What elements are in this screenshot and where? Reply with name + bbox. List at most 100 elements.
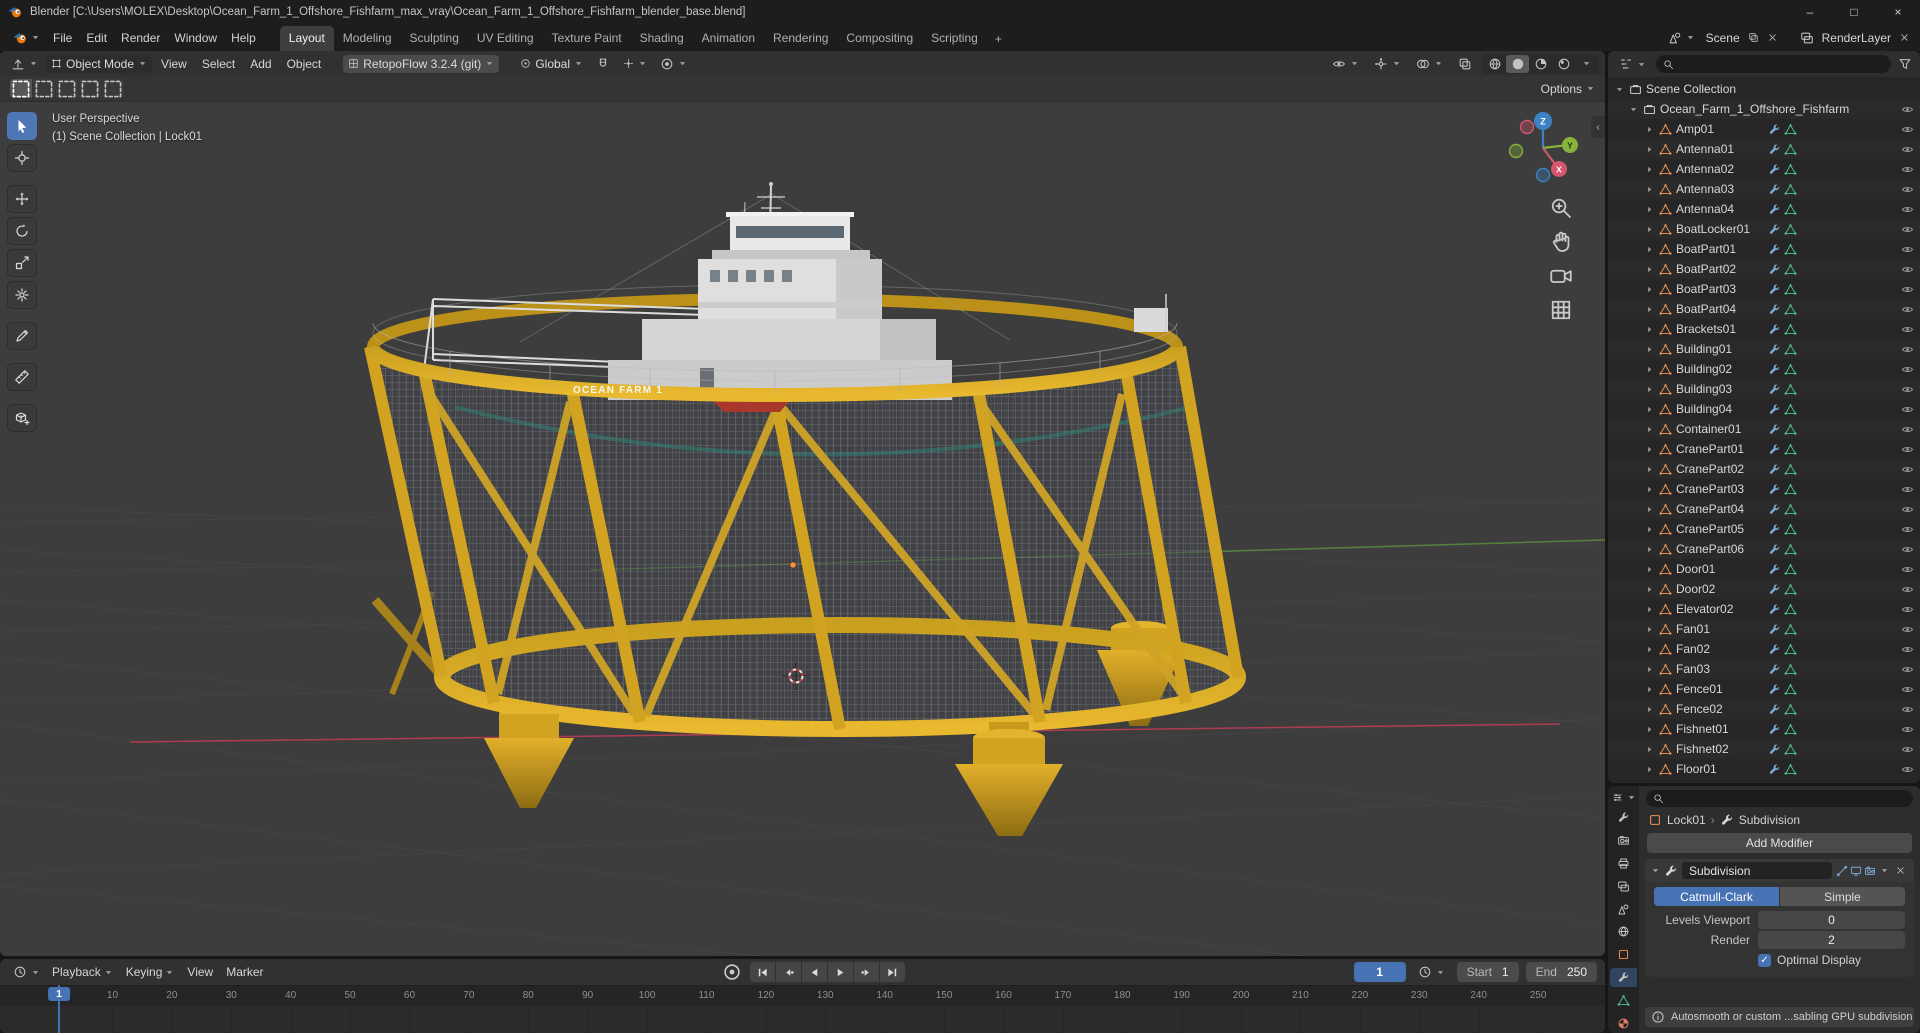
hide-toggle[interactable] [1901,643,1914,656]
levels-viewport-field[interactable]: 0 [1758,911,1905,929]
app-menu-button[interactable] [8,29,45,47]
workspace-tab-texture-paint[interactable]: Texture Paint [543,26,631,51]
frame-end-field[interactable]: End 250 [1525,962,1597,982]
outliner-row-cranepart02[interactable]: CranePart02 [1608,459,1920,479]
expand-icon[interactable] [1644,305,1655,314]
collapse-icon[interactable] [1628,105,1639,114]
outliner-row-brackets01[interactable]: Brackets01 [1608,319,1920,339]
camera-view-button[interactable] [1549,264,1573,288]
hide-toggle[interactable] [1901,703,1914,716]
modifier-delete-button[interactable] [1893,863,1908,878]
hide-toggle[interactable] [1901,303,1914,316]
outliner-row-boatpart02[interactable]: BoatPart02 [1608,259,1920,279]
hide-toggle[interactable] [1901,383,1914,396]
expand-icon[interactable] [1644,685,1655,694]
outliner-row-boatpart03[interactable]: BoatPart03 [1608,279,1920,299]
new-scene-button[interactable] [1746,30,1761,45]
tool-add-cube[interactable] [7,404,37,432]
hide-toggle[interactable] [1901,123,1914,136]
properties-tab-tool[interactable] [1610,808,1637,828]
expand-icon[interactable] [1644,525,1655,534]
shading-dropdown[interactable] [1575,55,1598,73]
playback-sync-dropdown[interactable] [1413,963,1450,981]
timeline-editor-type-button[interactable] [8,963,45,981]
shading-material-button[interactable] [1529,55,1552,73]
hide-toggle[interactable] [1901,503,1914,516]
object-visibility-dropdown[interactable] [1327,55,1364,73]
tool-scale[interactable] [7,249,37,277]
properties-tab-object[interactable] [1610,945,1637,965]
playhead-frame-badge[interactable]: 1 [48,987,70,1001]
expand-icon[interactable] [1644,745,1655,754]
hide-toggle[interactable] [1901,683,1914,696]
perspective-toggle-button[interactable] [1549,298,1573,322]
outliner-row-fan01[interactable]: Fan01 [1608,619,1920,639]
expand-icon[interactable] [1644,565,1655,574]
workspace-tab-sculpting[interactable]: Sculpting [401,26,468,51]
snap-settings-dropdown[interactable] [618,56,652,71]
expand-icon[interactable] [1644,405,1655,414]
workspace-tab-uv-editing[interactable]: UV Editing [468,26,543,51]
expand-icon[interactable] [1644,505,1655,514]
outliner-row-fishnet01[interactable]: Fishnet01 [1608,719,1920,739]
outliner-row-door02[interactable]: Door02 [1608,579,1920,599]
outliner-row-cranepart04[interactable]: CranePart04 [1608,499,1920,519]
outliner-row-elevator02[interactable]: Elevator02 [1608,599,1920,619]
outliner-row-building04[interactable]: Building04 [1608,399,1920,419]
select-mode-invert[interactable] [79,79,101,98]
hide-toggle[interactable] [1901,563,1914,576]
hide-toggle[interactable] [1901,203,1914,216]
auto-keying-toggle[interactable] [721,962,743,982]
hide-toggle[interactable] [1901,403,1914,416]
outliner-row-building03[interactable]: Building03 [1608,379,1920,399]
hide-toggle[interactable] [1901,323,1914,336]
viewport-menu-object[interactable]: Object [281,54,328,74]
outliner-row-door01[interactable]: Door01 [1608,559,1920,579]
outliner-row-fan03[interactable]: Fan03 [1608,659,1920,679]
outliner-row-container01[interactable]: Container01 [1608,419,1920,439]
outliner-row-building02[interactable]: Building02 [1608,359,1920,379]
expand-icon[interactable] [1644,365,1655,374]
hide-toggle[interactable] [1901,543,1914,556]
outliner-row-boatpart04[interactable]: BoatPart04 [1608,299,1920,319]
panel-collapse-icon[interactable] [1651,866,1660,875]
remove-view-layer-button[interactable] [1897,30,1912,45]
viewport-menu-select[interactable]: Select [196,54,241,74]
outliner-row-boatlocker01[interactable]: BoatLocker01 [1608,219,1920,239]
properties-tab-material[interactable] [1610,1013,1637,1033]
expand-icon[interactable] [1644,145,1655,154]
optimal-display-checkbox[interactable]: ✓ Optimal Display [1758,953,1861,967]
prev-key-button[interactable] [775,962,801,982]
properties-tab-world[interactable] [1610,922,1637,942]
tool-transform[interactable] [7,281,37,309]
expand-icon[interactable] [1644,165,1655,174]
xray-toggle[interactable] [1453,55,1477,73]
properties-search-input[interactable] [1646,789,1913,807]
window-close-button[interactable]: × [1876,0,1920,24]
workspace-tab-scripting[interactable]: Scripting [922,26,987,51]
outliner-editor-type-button[interactable] [1614,55,1651,73]
workspace-tab-compositing[interactable]: Compositing [837,26,922,51]
hide-toggle[interactable] [1901,723,1914,736]
algorithm-catmull-clark-button[interactable]: Catmull-Clark [1654,887,1779,906]
expand-icon[interactable] [1644,285,1655,294]
next-key-button[interactable] [853,962,879,982]
tool-tweak-select[interactable] [7,112,37,140]
window-minimize-button[interactable]: – [1788,0,1832,24]
transform-orientation-select[interactable]: Global [515,55,588,73]
properties-tab-data[interactable] [1610,990,1637,1010]
workspace-tab-animation[interactable]: Animation [693,26,764,51]
hide-toggle[interactable] [1901,743,1914,756]
timeline-menu-keying[interactable]: Keying [120,962,181,982]
outliner-row-floor01[interactable]: Floor01 [1608,759,1920,779]
tool-rotate[interactable] [7,217,37,245]
mode-select[interactable]: Object Mode [46,54,153,73]
modifier-extras-button[interactable] [1880,866,1889,875]
outliner-search-input[interactable] [1656,55,1891,73]
expand-icon[interactable] [1644,725,1655,734]
tool-annotate[interactable] [7,322,37,350]
expand-icon[interactable] [1644,225,1655,234]
expand-icon[interactable] [1644,185,1655,194]
hide-toggle[interactable] [1901,603,1914,616]
outliner-row-fishnet02[interactable]: Fishnet02 [1608,739,1920,759]
